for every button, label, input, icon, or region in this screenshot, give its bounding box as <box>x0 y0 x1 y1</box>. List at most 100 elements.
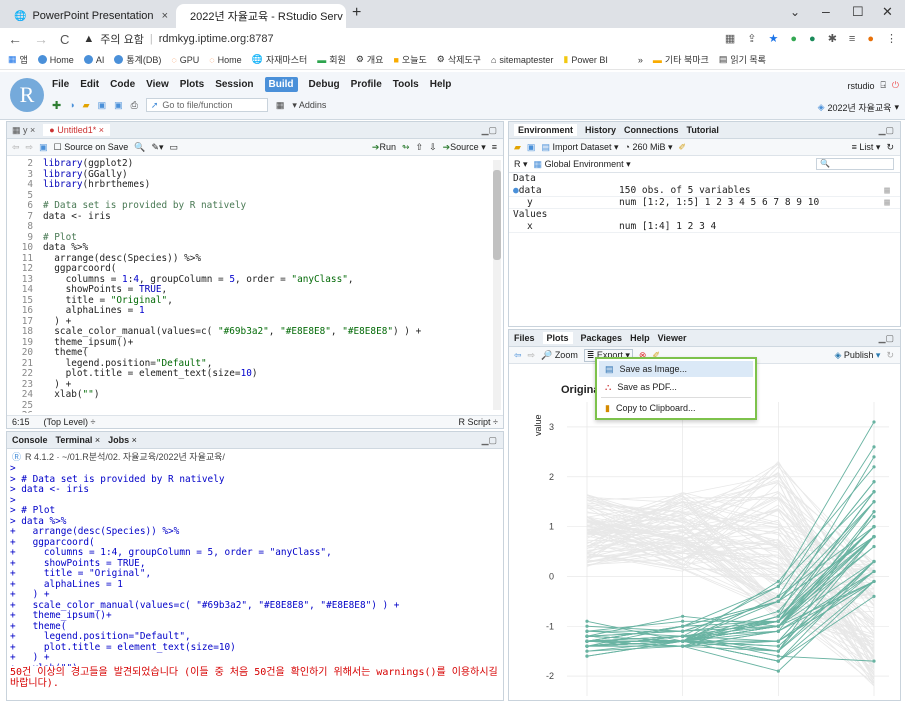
extension-icon[interactable]: ● <box>790 33 797 45</box>
view-table-icon[interactable]: ▦ <box>884 197 890 208</box>
prev-plot-icon[interactable]: ⇦ <box>514 350 522 361</box>
menu-profile[interactable]: Profile <box>351 79 382 90</box>
open-file-icon[interactable]: ▰ <box>83 100 90 111</box>
import-dataset-button[interactable]: ▤ Import Dataset ▾ <box>541 142 618 153</box>
env-row-data[interactable]: ●data 150 obs. of 5 variables ▦ <box>509 185 900 197</box>
environment-search-input[interactable]: 🔍 <box>816 158 894 170</box>
menu-debug[interactable]: Debug <box>309 79 340 90</box>
close-tab-icon[interactable]: × <box>162 10 168 22</box>
profile-avatar[interactable]: ● <box>867 33 874 45</box>
refresh-icon[interactable]: ↻ <box>886 142 894 153</box>
editor-scrollbar[interactable] <box>493 160 501 410</box>
grid-icon[interactable]: ▦ <box>276 100 285 111</box>
bookmark-other[interactable]: ▬ 기타 북마크 <box>653 53 709 66</box>
menu-plots[interactable]: Plots <box>180 79 204 90</box>
bookmark-ai[interactable]: AI <box>83 55 104 65</box>
tab-y[interactable]: ▦ y × <box>12 125 35 136</box>
refresh-icon[interactable]: ↻ <box>886 350 894 361</box>
close-window-button[interactable]: ✕ <box>882 4 893 20</box>
power-icon[interactable]: ⏻ <box>892 80 899 91</box>
publish-button[interactable]: ◈ Publish ▾ <box>834 350 880 361</box>
bookmark-powerbi[interactable]: ▮ Power BI <box>563 54 607 65</box>
new-tab-button[interactable]: + <box>352 4 361 22</box>
new-file-icon[interactable]: ✚ <box>52 99 61 112</box>
menu-build[interactable]: Build <box>264 77 298 92</box>
pane-minmax-icon[interactable]: ▁▢ <box>879 125 894 136</box>
menu-tools[interactable]: Tools <box>393 79 419 90</box>
forward-icon[interactable]: → <box>34 31 48 47</box>
save-all-icon[interactable]: ▣ <box>114 100 123 111</box>
tab-packages[interactable]: Packages <box>581 333 623 343</box>
tab-plots[interactable]: Plots <box>542 332 573 344</box>
bookmark-sitemap[interactable]: ⌂ sitemaptester <box>491 55 553 65</box>
broom-icon[interactable]: ✐ <box>679 142 687 153</box>
save-workspace-icon[interactable]: ▣ <box>527 142 536 153</box>
env-row-y[interactable]: y num [1:2, 1:5] 1 2 3 4 5 6 7 8 9 10 ▦ <box>509 197 900 209</box>
save-as-image-item[interactable]: ▤ Save as Image... <box>599 361 753 377</box>
browser-tab-rstudio[interactable]: 2022년 자율교육 - RStudio Serv × <box>176 4 346 28</box>
menu-help[interactable]: Help <box>430 79 452 90</box>
project-menu[interactable]: ◈ 2022년 자율교육 ▾ <box>818 101 899 114</box>
browser-tab-powerpoint[interactable]: 🌐 PowerPoint Presentation × <box>6 4 176 28</box>
env-row-x[interactable]: x num [1:4] 1 2 3 4 <box>509 221 900 233</box>
scope-selector[interactable]: (Top Level) ÷ <box>44 417 96 427</box>
bookmark-member[interactable]: ▬ 회원 <box>317 53 346 66</box>
translate-icon[interactable]: ▦ <box>725 32 735 45</box>
tab-terminal[interactable]: Terminal × <box>56 435 101 445</box>
maximize-button[interactable]: ☐ <box>852 4 864 20</box>
goto-file-input[interactable]: ➚ Go to file/function <box>145 98 268 112</box>
search-icon[interactable]: 🔍 <box>134 142 145 153</box>
pane-minmax-icon[interactable]: ▁▢ <box>482 435 497 446</box>
bookmark-reading-list[interactable]: ▤ 읽기 목록 <box>719 53 766 66</box>
pane-minmax-icon[interactable]: ▁▢ <box>879 333 894 344</box>
extension2-icon[interactable]: ● <box>809 33 816 45</box>
compile-icon[interactable]: ▭ <box>170 142 179 153</box>
menu-file[interactable]: File <box>52 79 69 90</box>
code-editor[interactable]: 2 library(ggplot2) 3 library(GGally) 4 librar… <box>7 158 495 413</box>
rerun-icon[interactable]: ↬ <box>402 142 410 153</box>
share-icon[interactable]: ⇪ <box>747 32 756 45</box>
reading-list-icon[interactable]: ≡ <box>849 33 855 45</box>
tab-environment[interactable]: Environment <box>514 124 578 136</box>
code-line[interactable]: 4 library(hrbrthemes) <box>7 179 495 191</box>
back-icon[interactable]: ⇦ <box>12 142 20 153</box>
source-button[interactable]: ➔Source ▾ <box>443 142 486 153</box>
tab-tutorial[interactable]: Tutorial <box>687 125 719 135</box>
tab-viewer[interactable]: Viewer <box>658 333 687 343</box>
memory-usage[interactable]: ◔ 260 MiB ▾ <box>625 142 673 153</box>
save-icon[interactable]: ▣ <box>39 142 48 153</box>
code-line[interactable]: 16 alphaLines = 1 <box>7 305 495 317</box>
bookmark-home2[interactable]: ◌ Home <box>209 55 241 65</box>
menu-code[interactable]: Code <box>110 79 135 90</box>
tab-history[interactable]: History <box>585 125 616 135</box>
bookmark-today[interactable]: ■ 오늘도 <box>393 53 426 66</box>
next-plot-icon[interactable]: ⇨ <box>528 350 536 361</box>
bookmark-home[interactable]: Home <box>37 55 74 65</box>
tab-help[interactable]: Help <box>630 333 650 343</box>
url-field[interactable]: ▲ 주의 요함 | rdmkyg.iptime.org:8787 <box>83 31 273 47</box>
bookmark-apps[interactable]: ▦ 앱 <box>8 53 28 66</box>
save-as-pdf-item[interactable]: ⛬ Save as PDF... <box>599 379 753 395</box>
tab-files[interactable]: Files <box>514 333 535 343</box>
tab-untitled[interactable]: ● Untitled1* × <box>43 124 111 136</box>
zoom-button[interactable]: 🔎 Zoom <box>541 350 578 361</box>
code-line[interactable]: 7 data <- iris <box>7 211 495 223</box>
filetype-selector[interactable]: R Script ÷ <box>459 417 498 427</box>
up-icon[interactable]: ⇧ <box>416 142 424 153</box>
addins-menu[interactable]: ▾ Addins <box>292 100 326 111</box>
bookmark-master[interactable]: 🌐 자재마스터 <box>252 53 308 66</box>
list-view-button[interactable]: ≡ List ▾ <box>852 142 881 153</box>
console-output[interactable]: > > # Data set is provided by R natively >… <box>10 464 496 666</box>
tab-jobs[interactable]: Jobs × <box>108 435 137 445</box>
wand-icon[interactable]: ✎▾ <box>151 142 163 153</box>
code-line[interactable]: 25 <box>7 400 495 412</box>
bookmark-star-icon[interactable]: ★ <box>769 32 779 45</box>
source-on-save-checkbox[interactable]: ☐ Source on Save <box>54 142 129 153</box>
bookmark-db[interactable]: 통계(DB) <box>114 53 161 66</box>
scope-selector[interactable]: ▦ Global Environment ▾ <box>534 159 631 170</box>
tab-search-button[interactable]: ⌄ <box>790 5 800 19</box>
extensions-puzzle-icon[interactable]: ✱ <box>828 32 837 45</box>
forward-icon[interactable]: ⇨ <box>26 142 34 153</box>
pane-minmax-icon[interactable]: ▁▢ <box>482 125 497 136</box>
print-icon[interactable]: ⎙ <box>131 100 138 111</box>
